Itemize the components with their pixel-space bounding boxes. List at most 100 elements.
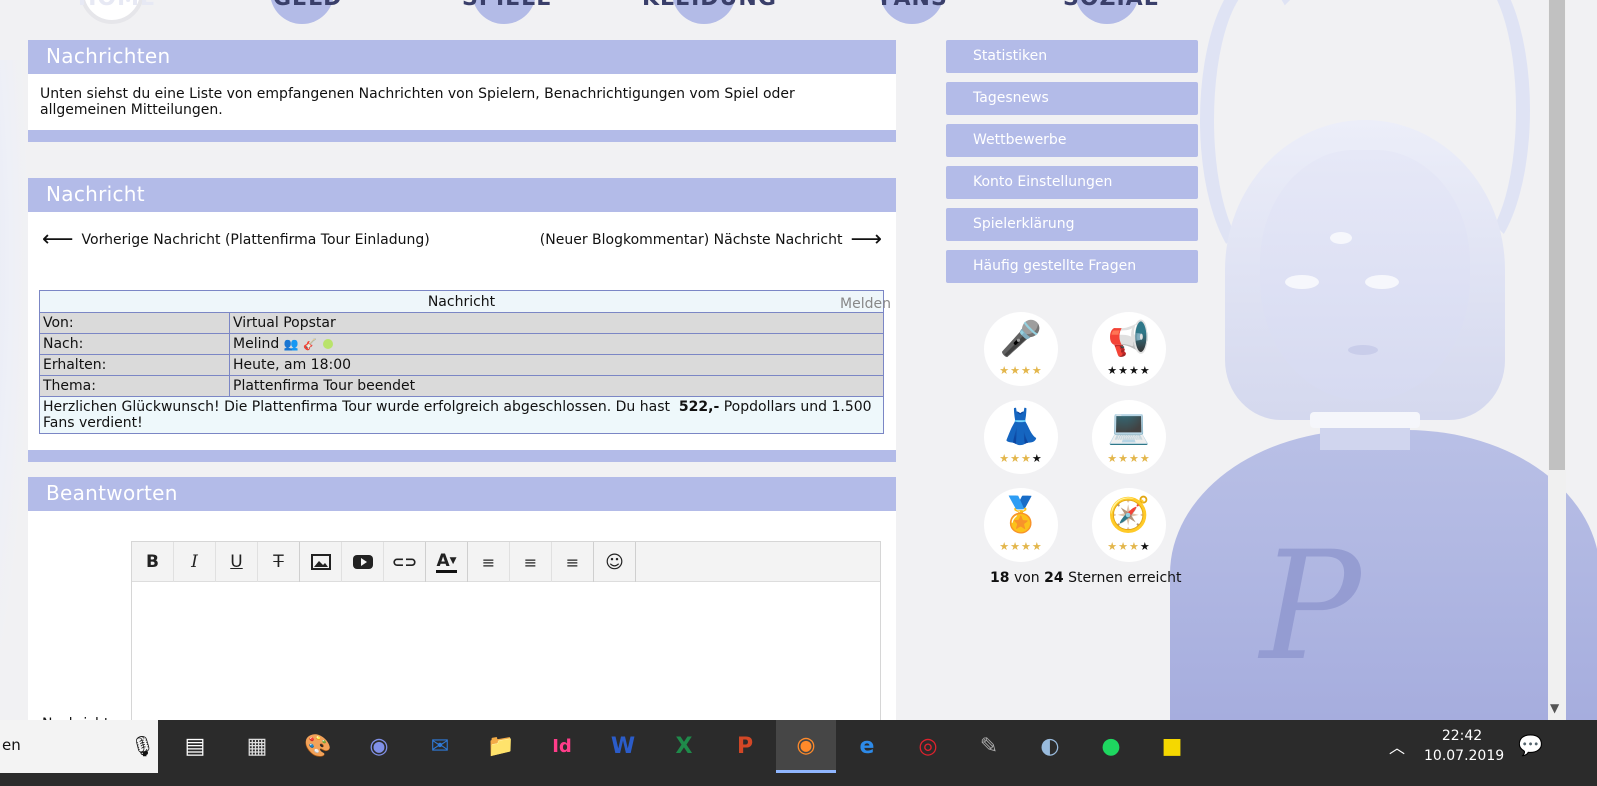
award-stars: ★★★★: [1107, 364, 1151, 377]
align-left-button[interactable]: ≡: [468, 542, 510, 582]
message-body-amount: 522,-: [678, 399, 720, 415]
table-row: Herzlichen Glückwunsch! Die Plattenfirma…: [39, 396, 884, 434]
to-label: Nach:: [39, 333, 230, 355]
next-message-link[interactable]: (Neuer Blogkommentar) Nächste Nachricht …: [540, 227, 882, 252]
task-view-icon[interactable]: ▤: [165, 720, 225, 773]
from-value[interactable]: Virtual Popstar: [229, 312, 884, 334]
paint-icon[interactable]: 🎨: [288, 720, 348, 773]
arrow-right-icon: ⟶: [850, 227, 882, 252]
chevron-up-icon[interactable]: ︿: [1389, 734, 1405, 758]
strikethrough-icon: T: [273, 552, 284, 572]
menu-item-wettbewerbe[interactable]: Wettbewerbe: [946, 124, 1198, 157]
gimp-icon[interactable]: ✎: [959, 720, 1019, 773]
text-color-button[interactable]: A▼: [426, 542, 468, 582]
menu-item-tagesnews[interactable]: Tagesnews: [946, 82, 1198, 115]
microphone-icon[interactable]: 🎙: [130, 734, 155, 758]
excel-icon[interactable]: X: [654, 720, 714, 773]
group-icon: 👥: [283, 337, 299, 351]
link-button[interactable]: ⊂⊃: [384, 542, 426, 582]
subject-label: Thema:: [39, 375, 230, 397]
menu-item-spielerklaerung[interactable]: Spielerklärung: [946, 208, 1198, 241]
align-center-button[interactable]: ≡: [510, 542, 552, 582]
medal-icon: 🏅: [999, 495, 1043, 535]
calculator-icon[interactable]: ▦: [227, 720, 287, 773]
word-icon[interactable]: W: [593, 720, 653, 773]
align-right-button[interactable]: ≡: [552, 542, 594, 582]
nav-kleidung[interactable]: KLEIDUNG: [642, 0, 777, 11]
award-stars: ★★★★: [999, 364, 1043, 377]
award-singing[interactable]: 🎤 ★★★★: [984, 312, 1058, 386]
received-value: Heute, am 18:00: [229, 354, 884, 376]
notification-icon[interactable]: 💬: [1518, 733, 1543, 757]
taskbar-search-input[interactable]: en 🎙: [0, 720, 158, 773]
bold-icon: B: [146, 552, 159, 572]
received-label: Erhalten:: [39, 354, 230, 376]
image-button[interactable]: [300, 542, 342, 582]
message-panel-footer: [28, 450, 896, 462]
discord-icon[interactable]: ◉: [349, 720, 409, 773]
strikethrough-button[interactable]: T: [258, 542, 300, 582]
powerpoint-icon[interactable]: P: [715, 720, 775, 773]
to-value[interactable]: Melind: [233, 336, 279, 352]
edge-icon[interactable]: e: [837, 720, 897, 773]
indesign-icon[interactable]: Id: [532, 720, 592, 773]
award-travel[interactable]: 🧭 ★★★★: [1092, 488, 1166, 562]
news-panel-footer: [28, 130, 896, 142]
award-promotion[interactable]: 📢 ★★★★: [1092, 312, 1166, 386]
file-explorer-icon[interactable]: 📁: [471, 720, 531, 773]
nav-fans[interactable]: FANS: [880, 0, 948, 11]
stars-of: von: [1013, 570, 1040, 586]
megaphone-icon: 📢: [1107, 319, 1151, 359]
award-stars: ★★★★: [1107, 540, 1151, 553]
nav-geld[interactable]: GELD: [273, 0, 342, 11]
award-social[interactable]: 💻 ★★★★: [1092, 400, 1166, 474]
scrollbar-thumb[interactable]: [1549, 0, 1565, 470]
side-menu: Statistiken Tagesnews Wettbewerbe Konto …: [946, 40, 1198, 292]
link-icon: ⊂⊃: [391, 553, 418, 571]
guitar-icon: 🎸: [303, 338, 317, 351]
align-right-icon: ≡: [565, 552, 580, 572]
previous-message-link[interactable]: ⟵ Vorherige Nachricht (Plattenfirma Tour…: [42, 227, 430, 252]
firefox-icon[interactable]: ◉: [776, 720, 836, 773]
stars-earned: 18: [990, 570, 1010, 586]
news-panel-title: Nachrichten: [28, 40, 896, 74]
emoji-icon: ☺: [605, 551, 624, 573]
award-stars: ★★★★: [999, 452, 1043, 465]
image-icon: [310, 554, 331, 570]
scroll-down-icon[interactable]: ▼: [1550, 701, 1559, 715]
online-status-icon: [323, 339, 334, 349]
text-color-icon: A▼: [436, 550, 457, 573]
spotify-icon[interactable]: ●: [1081, 720, 1141, 773]
previous-message-label: Vorherige Nachricht (Plattenfirma Tour E…: [81, 232, 430, 248]
align-left-icon: ≡: [481, 552, 496, 572]
reply-panel-title: Beantworten: [28, 477, 896, 511]
outlook-icon[interactable]: ✉: [410, 720, 470, 773]
network-icon[interactable]: ◐: [1020, 720, 1080, 773]
italic-button[interactable]: I: [174, 542, 216, 582]
award-medal[interactable]: 🏅 ★★★★: [984, 488, 1058, 562]
message-panel: Nachricht ⟵ Vorherige Nachricht (Platten…: [28, 178, 896, 462]
message-body-text-start: Herzlichen Glückwunsch! Die Plattenfirma…: [43, 399, 670, 415]
underline-icon: U: [230, 552, 243, 572]
award-total: 18 von 24 Sternen erreicht: [990, 570, 1182, 586]
creative-cloud-icon[interactable]: ◎: [898, 720, 958, 773]
clock-time: 22:42: [1441, 728, 1483, 744]
menu-item-faq[interactable]: Häufig gestellte Fragen: [946, 250, 1198, 283]
sticky-notes-icon[interactable]: ■: [1142, 720, 1202, 773]
taskbar-clock[interactable]: 22:42 10.07.2019: [1424, 726, 1504, 766]
award-fashion[interactable]: 👗 ★★★★: [984, 400, 1058, 474]
report-link[interactable]: Melden: [840, 296, 891, 312]
nav-sozial[interactable]: SOZIAL: [1063, 0, 1159, 11]
menu-item-konto-einstellungen[interactable]: Konto Einstellungen: [946, 166, 1198, 199]
video-button[interactable]: [342, 542, 384, 582]
message-table: Nachricht Melden Von: Virtual Popstar Na…: [39, 290, 891, 434]
nav-spiele[interactable]: SPIELE: [462, 0, 552, 11]
bold-button[interactable]: B: [132, 542, 174, 582]
message-panel-title: Nachricht: [28, 178, 896, 212]
arrow-left-icon: ⟵: [42, 227, 74, 252]
nav-home[interactable]: HOME: [78, 0, 156, 11]
emoji-button[interactable]: ☺: [594, 542, 636, 582]
underline-button[interactable]: U: [216, 542, 258, 582]
message-table-title: Nachricht: [427, 293, 496, 310]
menu-item-statistiken[interactable]: Statistiken: [946, 40, 1198, 73]
